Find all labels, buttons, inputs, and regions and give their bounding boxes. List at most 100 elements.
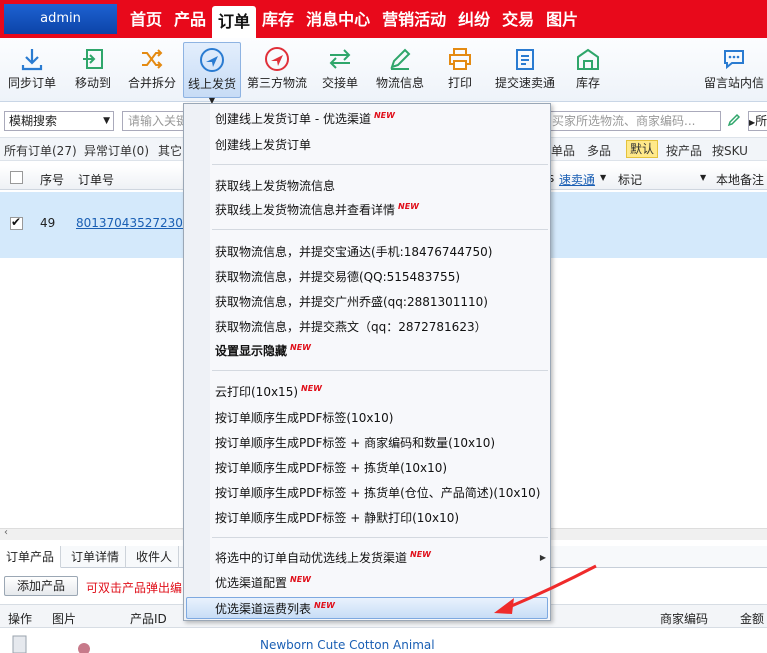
sort-default[interactable]: 默认 [626, 140, 659, 158]
warehouse-icon [577, 48, 599, 70]
product-title-link[interactable]: Newborn Cute Cotton Animal [260, 638, 435, 652]
move-to-button[interactable]: 移动到 [68, 42, 118, 98]
annotation-arrow-icon [494, 564, 597, 614]
sort-by-sku[interactable]: 按SKU [712, 142, 748, 159]
tab-abnormal-orders[interactable]: 异常订单(0) [84, 142, 149, 159]
tab-recipient[interactable]: 收件人 [130, 546, 180, 568]
select-all-checkbox[interactable] [10, 171, 23, 184]
menu-item-create-optimal[interactable]: 创建线上发货订单 - 优选渠道 NEW [215, 110, 395, 127]
move-icon [83, 49, 103, 69]
menu-item-get-logistics[interactable]: 获取线上发货物流信息 [215, 177, 335, 194]
row-checkbox[interactable] [10, 215, 23, 230]
tab-all-orders[interactable]: 所有订单(27) [4, 142, 77, 159]
menu-item-label: 设置显示隐藏 [215, 344, 288, 358]
product-thumbnail-icon [78, 643, 90, 653]
sort-icon[interactable]: ▼ [700, 173, 706, 182]
menu-item-submit-qiaosheng[interactable]: 获取物流信息，并提交广州乔盛(qq:2881301110) [215, 293, 488, 310]
menu-item-label: 优选渠道运费列表 [215, 602, 312, 616]
menu-item-optimal-config[interactable]: 优选渠道配置 NEW [215, 574, 311, 591]
menu-item-label: 创建线上发货订单 - 优选渠道 [215, 112, 371, 126]
sort-icon[interactable]: ▼ [600, 173, 606, 182]
nav-marketing[interactable]: 营销活动 [376, 0, 452, 38]
edit-icon[interactable] [727, 113, 741, 127]
document-icon[interactable] [10, 634, 30, 653]
online-shipping-menu: 创建线上发货订单 - 优选渠道 NEW 创建线上发货订单 获取线上发货物流信息 获… [183, 103, 551, 621]
tab-other[interactable]: 其它 [158, 142, 182, 159]
online-shipping-button[interactable]: 线上发货 ▼ [183, 42, 241, 105]
plane-circle-icon [200, 48, 224, 72]
menu-gutter [184, 104, 210, 620]
nav-images[interactable]: 图片 [540, 0, 584, 38]
menu-item-optimal-freight-list[interactable]: 优选渠道运费列表 NEW [215, 600, 335, 617]
menu-item-visibility-settings[interactable]: 设置显示隐藏 NEW [215, 342, 311, 359]
new-badge: NEW [290, 575, 311, 584]
nav-inventory[interactable]: 库存 [256, 0, 300, 38]
menu-item-submit-baotongda[interactable]: 获取物流信息，并提交宝通达(手机:18476744750) [215, 243, 492, 260]
menu-divider [212, 370, 548, 371]
pencil-icon [390, 48, 411, 70]
merge-split-button[interactable]: 合并拆分 [124, 42, 180, 98]
chevron-down-icon: ▼ [103, 116, 110, 126]
menu-item-pdf-label-picklist[interactable]: 按订单顺序生成PDF标签 + 拣货单(10x10) [215, 459, 447, 476]
new-badge: NEW [301, 384, 322, 393]
plane-red-icon [265, 47, 289, 71]
nav-disputes[interactable]: 纠纷 [452, 0, 496, 38]
tab-multi-item[interactable]: 多品 [587, 142, 611, 159]
menu-item-pdf-label-code-qty[interactable]: 按订单顺序生成PDF标签 + 商家编码和数量(10x10) [215, 434, 495, 451]
print-label: 打印 [447, 76, 472, 90]
tab-order-products[interactable]: 订单产品 [0, 546, 62, 568]
nav-trades[interactable]: 交易 [496, 0, 540, 38]
inventory-button[interactable]: 库存 [570, 42, 606, 98]
search-mode-select[interactable]: 模糊搜索 ▼ [4, 111, 114, 131]
menu-divider [212, 229, 548, 230]
user-account[interactable]: admin [4, 4, 117, 34]
sort-by-product[interactable]: 按产品 [666, 142, 702, 159]
sync-orders-label: 同步订单 [7, 76, 56, 90]
add-product-button[interactable]: 添加产品 [4, 576, 79, 596]
col-merchant-code: 商家编码 [660, 612, 709, 626]
download-icon [21, 49, 43, 71]
nav-home[interactable]: 首页 [124, 0, 168, 38]
online-shipping-label: 线上发货 [187, 77, 236, 91]
nav-orders[interactable]: 订单 [212, 6, 257, 38]
col-image: 图片 [52, 612, 77, 626]
new-badge: NEW [290, 343, 311, 352]
sync-orders-button[interactable]: 同步订单 [4, 42, 60, 98]
scope-select[interactable]: ▶所 [748, 111, 767, 131]
menu-item-submit-yide[interactable]: 获取物流信息，并提交易德(QQ:515483755) [215, 268, 460, 285]
third-party-logistics-label: 第三方物流 [246, 76, 307, 90]
toolbar: 同步订单 移动到 合并拆分 线上发货 ▼ 第三方物流 交接单 物流信息 打印 提… [0, 38, 767, 105]
menu-item-auto-optimal[interactable]: 将选中的订单自动优选线上发货渠道 NEW [215, 549, 431, 566]
menu-item-label: 云打印(10x15) [215, 385, 299, 399]
col-product-id: 产品ID [130, 612, 167, 626]
print-button[interactable]: 打印 [442, 42, 478, 98]
third-party-logistics-button[interactable]: 第三方物流 [245, 42, 309, 98]
menu-item-pdf-label-picklist-location[interactable]: 按订单顺序生成PDF标签 + 拣货单(仓位、产品简述)(10x10) [215, 484, 540, 501]
submit-aliexpress-button[interactable]: 提交速卖通 [492, 42, 558, 98]
menu-item-pdf-label[interactable]: 按订单顺序生成PDF标签(10x10) [215, 409, 393, 426]
edit-tip: 可双击产品弹出编 [86, 581, 183, 595]
col-aliexpress[interactable]: 速卖通 [559, 171, 595, 188]
order-link[interactable]: 801370435272306 [76, 216, 191, 230]
tab-order-details[interactable]: 订单详情 [65, 546, 127, 568]
filter-input[interactable]: 买家所选物流、商家编码... [549, 111, 721, 131]
nav-messages[interactable]: 消息中心 [300, 0, 376, 38]
menu-item-create-order[interactable]: 创建线上发货订单 [215, 136, 311, 153]
merge-split-label: 合并拆分 [127, 76, 176, 90]
menu-item-label: 将选中的订单自动优选线上发货渠道 [215, 551, 408, 565]
nav-products[interactable]: 产品 [168, 0, 212, 38]
scroll-left-icon[interactable]: ‹ [4, 527, 8, 538]
new-badge: NEW [373, 111, 395, 120]
logistics-info-button[interactable]: 物流信息 [372, 42, 428, 98]
shuffle-icon [142, 49, 163, 69]
menu-item-pdf-label-silent-print[interactable]: 按订单顺序生成PDF标签 + 静默打印(10x10) [215, 509, 459, 526]
menu-item-get-logistics-detail[interactable]: 获取线上发货物流信息并查看详情 NEW [215, 201, 419, 218]
handover-button[interactable]: 交接单 [318, 42, 362, 98]
logistics-info-label: 物流信息 [375, 76, 424, 90]
messages-button[interactable]: 留言站内信 [702, 42, 766, 98]
menu-item-cloud-print[interactable]: 云打印(10x15) NEW [215, 383, 322, 400]
col-local-note: 本地备注 [716, 173, 765, 187]
new-badge: NEW [410, 550, 431, 559]
tab-single-item[interactable]: 单品 [551, 142, 575, 159]
menu-item-submit-yanwen[interactable]: 获取物流信息，并提交燕文（qq：2872781623） [215, 318, 487, 335]
